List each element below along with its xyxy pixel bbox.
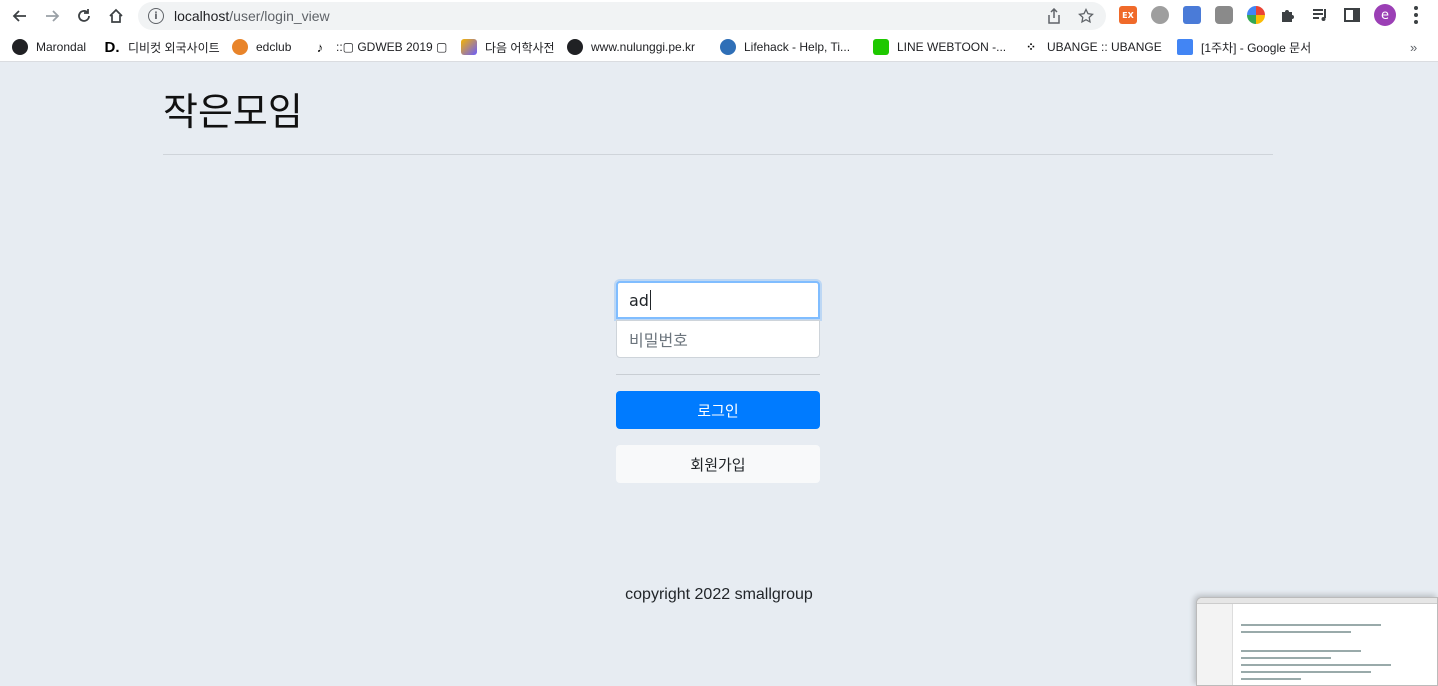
address-url: localhost/user/login_view bbox=[174, 8, 330, 24]
address-bar[interactable]: i localhost/user/login_view bbox=[138, 2, 1106, 30]
profile-avatar[interactable]: e bbox=[1374, 4, 1396, 26]
extension-gear-icon[interactable] bbox=[1151, 6, 1169, 24]
bookmarks-bar: Marondal D. 디비컷 외국사이트 edclub ♪::▢ GDWEB 2… bbox=[0, 32, 1438, 62]
ubange-logo-icon: ⁘ bbox=[1025, 40, 1037, 54]
extension-camera-icon[interactable] bbox=[1215, 6, 1233, 24]
bookmark-item[interactable]: [1주차] - Google 문서 bbox=[1177, 38, 1311, 56]
lifehack-logo-icon bbox=[720, 39, 736, 55]
bookmark-item[interactable]: 다음 어학사전 bbox=[461, 38, 555, 56]
thumbnail-code-line bbox=[1241, 624, 1381, 626]
bookmark-item[interactable]: Lifehack - Help, Ti... bbox=[720, 38, 850, 56]
home-icon[interactable] bbox=[104, 4, 128, 28]
thumbnail-sidebar bbox=[1197, 604, 1233, 685]
form-divider bbox=[616, 374, 820, 375]
forward-icon[interactable] bbox=[40, 4, 64, 28]
gdweb-logo-icon: ♪ bbox=[316, 39, 324, 55]
thumbnail-code-line bbox=[1241, 671, 1371, 673]
site-info-icon[interactable]: i bbox=[148, 8, 164, 24]
bookmark-item[interactable]: edclub bbox=[232, 38, 291, 56]
extension-color-icon[interactable] bbox=[1247, 6, 1265, 24]
bookmark-item[interactable]: ⁘ UBANGE :: UBANGE bbox=[1023, 38, 1162, 56]
globe-icon bbox=[567, 39, 583, 55]
login-button[interactable]: 로그인 bbox=[616, 391, 820, 429]
screenshot-thumbnail[interactable] bbox=[1196, 597, 1438, 686]
bookmark-item[interactable]: LINE WEBTOON -... bbox=[873, 38, 1006, 56]
share-icon[interactable] bbox=[1044, 6, 1064, 26]
bookmark-item[interactable]: ♪::▢ GDWEB 2019 ▢ bbox=[312, 38, 448, 56]
line-webtoon-icon bbox=[873, 39, 889, 55]
more-bookmarks-button[interactable]: » bbox=[1410, 38, 1417, 56]
browser-toolbar: i localhost/user/login_view EX e bbox=[0, 0, 1438, 32]
text-caret bbox=[649, 290, 651, 310]
globe-icon bbox=[12, 39, 28, 55]
thumbnail-titlebar bbox=[1197, 598, 1437, 604]
extension-ex-icon[interactable]: EX bbox=[1119, 6, 1137, 24]
user-id-input[interactable]: ad bbox=[616, 281, 820, 319]
bookmark-star-icon[interactable] bbox=[1076, 6, 1096, 26]
thumbnail-code-line bbox=[1241, 664, 1391, 666]
daum-dict-icon bbox=[461, 39, 477, 55]
back-icon[interactable] bbox=[8, 4, 32, 28]
side-panel-icon[interactable] bbox=[1343, 6, 1361, 24]
reload-icon[interactable] bbox=[72, 4, 96, 28]
extension-translate-icon[interactable] bbox=[1183, 6, 1201, 24]
password-input[interactable]: 비밀번호 bbox=[616, 320, 820, 358]
google-docs-icon bbox=[1177, 39, 1193, 55]
dbcut-logo-icon: D. bbox=[104, 38, 120, 56]
bookmark-item[interactable]: D. 디비컷 외국사이트 bbox=[104, 38, 220, 56]
thumbnail-code-line bbox=[1241, 678, 1301, 680]
extensions-puzzle-icon[interactable] bbox=[1279, 6, 1297, 24]
site-brand-title[interactable]: 작은모임 bbox=[163, 81, 303, 136]
edclub-logo-icon bbox=[232, 39, 248, 55]
thumbnail-code-line bbox=[1241, 631, 1351, 633]
media-control-icon[interactable] bbox=[1311, 6, 1329, 24]
page-content: 작은모임 ad 비밀번호 로그인 회원가입 copyright 2022 sma… bbox=[0, 63, 1438, 686]
signup-button[interactable]: 회원가입 bbox=[616, 445, 820, 483]
bookmark-item[interactable]: Marondal bbox=[12, 38, 86, 56]
browser-menu-icon[interactable] bbox=[1407, 6, 1425, 24]
bookmark-item[interactable]: www.nulunggi.pe.kr bbox=[567, 38, 695, 56]
header-divider bbox=[163, 154, 1273, 155]
thumbnail-code-line bbox=[1241, 650, 1361, 652]
thumbnail-code-line bbox=[1241, 657, 1331, 659]
